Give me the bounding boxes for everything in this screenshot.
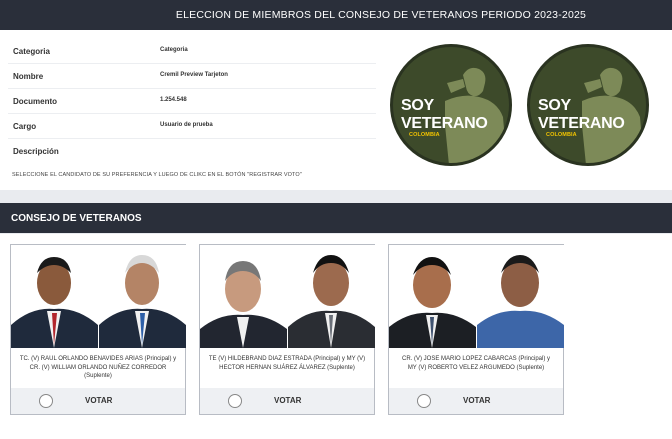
- vote-radio[interactable]: [417, 394, 431, 408]
- info-value: 1.254.548: [160, 97, 187, 103]
- logo-text-veterano: VETERANO: [538, 115, 625, 132]
- vote-label[interactable]: VOTAR: [274, 396, 301, 405]
- candidate-photo: [389, 245, 476, 348]
- info-label: Categoria: [13, 47, 50, 56]
- election-title: ELECCION DE MIEMBROS DEL CONSEJO DE VETE…: [175, 9, 587, 21]
- logo-text-veterano: VETERANO: [401, 115, 488, 132]
- vote-label[interactable]: VOTAR: [463, 396, 490, 405]
- info-label: Nombre: [13, 72, 44, 81]
- candidate-card: TE (V) HILDEBRAND DIAZ ESTRADA (Principa…: [199, 244, 375, 415]
- soy-veterano-logo: SOY VETERANO COLOMBIA: [390, 44, 512, 166]
- candidate-photo: [477, 245, 564, 348]
- info-row-documento: Documento 1.254.548: [8, 89, 376, 114]
- info-row-cargo: Cargo Usuario de prueba: [8, 114, 376, 139]
- logo-text-soy: SOY: [538, 97, 571, 114]
- info-row-nombre: Nombre Cremil Preview Tarjeton: [8, 64, 376, 89]
- candidate-name: TC. (V) RAUL ORLANDO BENAVIDES ARIAS (Pr…: [19, 356, 177, 379]
- candidate-photo: [288, 245, 375, 348]
- vote-option[interactable]: VOTAR: [11, 388, 185, 414]
- logo-text-soy: SOY: [401, 97, 434, 114]
- instructions-text: SELECCIONE EL CANDIDATO DE SU PREFERENCI…: [12, 172, 302, 178]
- saluting-soldier-icon: [582, 67, 644, 163]
- vote-option[interactable]: VOTAR: [389, 388, 563, 414]
- candidate-card: CR. (V) JOSE MARIO LOPEZ CABARCAS (Princ…: [388, 244, 564, 415]
- info-value: Cremil Preview Tarjeton: [160, 72, 228, 78]
- candidate-card: TC. (V) RAUL ORLANDO BENAVIDES ARIAS (Pr…: [10, 244, 186, 415]
- section-header-bar: CONSEJO DE VETERANOS: [0, 203, 672, 233]
- vote-radio[interactable]: [39, 394, 53, 408]
- candidate-name: CR. (V) JOSE MARIO LOPEZ CABARCAS (Princ…: [401, 356, 551, 371]
- logo-brand-text: COLOMBIA: [546, 132, 577, 138]
- info-value: Categoria: [160, 47, 188, 53]
- saluting-soldier-icon: [445, 67, 507, 163]
- section-title: CONSEJO DE VETERANOS: [11, 213, 142, 224]
- candidate-photo: [11, 245, 98, 348]
- logo-brand-text: COLOMBIA: [409, 132, 440, 138]
- vote-radio[interactable]: [228, 394, 242, 408]
- info-row-descripcion: Descripción: [8, 139, 376, 157]
- soy-veterano-logo: SOY VETERANO COLOMBIA: [527, 44, 649, 166]
- info-row-categoria: Categoria Categoria: [8, 39, 376, 64]
- candidate-photo: [200, 245, 287, 348]
- candidate-photo: [99, 245, 186, 348]
- info-label: Documento: [13, 97, 57, 106]
- info-label: Descripción: [13, 147, 59, 156]
- vote-option[interactable]: VOTAR: [200, 388, 374, 414]
- info-value: Usuario de prueba: [160, 122, 213, 128]
- info-label: Cargo: [13, 122, 37, 131]
- candidate-name: TE (V) HILDEBRAND DIAZ ESTRADA (Principa…: [208, 356, 366, 371]
- vote-label[interactable]: VOTAR: [85, 396, 112, 405]
